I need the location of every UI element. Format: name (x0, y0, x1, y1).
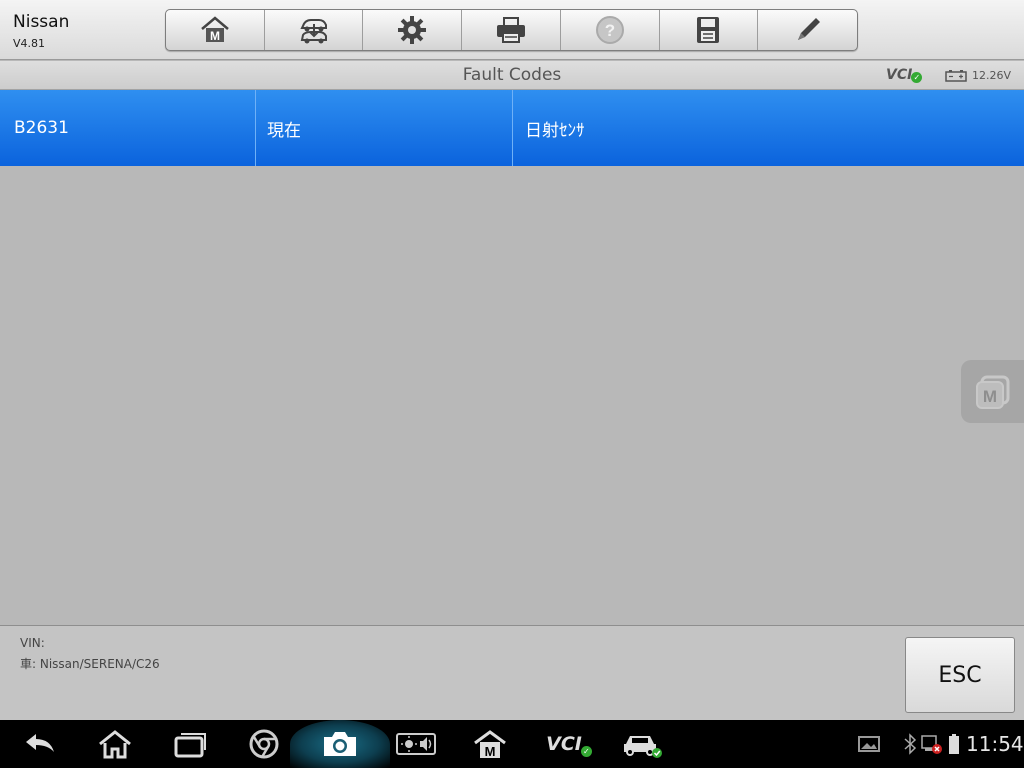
fault-code-row[interactable]: B2631 現在 日射ｾﾝｻ (0, 90, 1024, 166)
maxisys-home-icon: M (474, 730, 506, 759)
vehicle-info: 車: Nissan/SERENA/C26 (20, 657, 160, 671)
title-bar: Fault Codes VCI ✓ 12.26V (0, 61, 1024, 90)
fault-code: B2631 (0, 90, 256, 166)
system-nav-bar: M VCI ✓ 11:54 (0, 720, 1024, 768)
gallery-notification[interactable] (852, 727, 886, 761)
vin-label: VIN: (20, 636, 45, 650)
fault-description: 日射ｾﾝｻ (525, 120, 585, 141)
vci-nav-label: VCI (546, 733, 582, 755)
svg-text:M: M (982, 387, 996, 406)
save-button[interactable] (660, 10, 759, 50)
vehicle-shortcut-button[interactable] (620, 727, 666, 761)
settings-gear-icon (398, 16, 427, 44)
app-header: Nissan V4.81 M ? (0, 0, 1024, 60)
settings-button[interactable] (363, 10, 463, 50)
home-icon: M (201, 16, 229, 43)
vehicle-swap-icon (299, 19, 327, 44)
bluetooth-icon (904, 733, 917, 755)
home-nav-icon (99, 730, 131, 759)
battery-voltage: 12.26V (972, 69, 1012, 82)
vehicle-swap-button[interactable] (265, 10, 364, 50)
footer-info: VIN: 車: Nissan/SERENA/C26 ESC (0, 625, 1024, 720)
save-icon (697, 17, 720, 43)
fault-status: 現在 (256, 90, 513, 166)
browser-button[interactable] (244, 727, 284, 761)
m-shortcut-icon: M (975, 375, 1009, 409)
vci-connected-check-icon: ✓ (580, 745, 592, 757)
print-icon (497, 17, 526, 43)
home-button[interactable]: M (166, 10, 265, 50)
svg-text:M: M (485, 744, 496, 759)
connected-check-icon: ✓ (911, 72, 923, 83)
camera-icon (324, 732, 356, 756)
recent-apps-button[interactable] (170, 727, 210, 761)
main-toolbar: M ? (165, 9, 858, 51)
brightness-volume-icon (396, 733, 436, 755)
network-status (918, 727, 944, 761)
home-nav-button[interactable] (95, 727, 135, 761)
svg-text:?: ? (605, 21, 615, 40)
maxisys-home-button[interactable]: M (470, 727, 510, 761)
edit-button[interactable] (758, 10, 857, 50)
screenshot-button[interactable] (320, 727, 360, 761)
esc-button[interactable]: ESC (905, 637, 1015, 713)
back-button[interactable] (20, 727, 60, 761)
vci-label: VCI (886, 66, 913, 83)
print-button[interactable] (462, 10, 561, 50)
help-button[interactable]: ? (561, 10, 660, 50)
device-battery-icon (949, 734, 959, 754)
image-icon (858, 736, 880, 752)
battery-icon (945, 69, 967, 82)
app-version: V4.81 (13, 37, 46, 50)
status-clock: 11:54 (966, 732, 1024, 756)
help-icon: ? (595, 16, 624, 44)
svg-text:M: M (210, 29, 220, 43)
network-disconnected-icon (921, 735, 942, 754)
app-name: Nissan (13, 12, 70, 32)
recent-apps-icon (174, 733, 206, 758)
battery-status: 12.26V (945, 69, 1011, 82)
vci-shortcut-button[interactable]: VCI ✓ (545, 727, 593, 761)
page-title: Fault Codes (462, 65, 562, 85)
chrome-icon (249, 729, 279, 759)
edit-pencil-icon (797, 18, 820, 40)
floating-shortcut-button[interactable]: M (961, 360, 1024, 423)
vci-status: VCI ✓ (886, 66, 923, 83)
back-arrow-icon (26, 734, 54, 752)
car-check-icon (624, 736, 662, 758)
display-settings-button[interactable] (396, 727, 436, 761)
battery-level (944, 727, 964, 761)
